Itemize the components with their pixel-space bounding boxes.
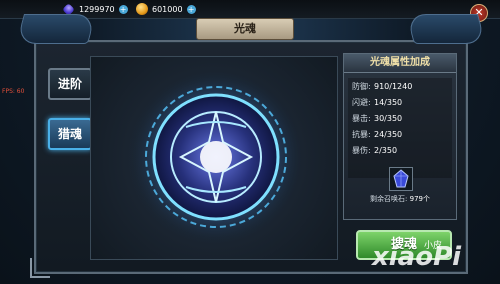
summon-stone-count: 剩余召唤石: 979个	[348, 194, 452, 204]
gem-value: 1299970	[79, 4, 115, 14]
attribute-panel: 光魂属性加成 防御: 910/1240 闪避: 14/350 暴击: 30/35…	[343, 53, 457, 220]
tab-advance[interactable]: 进阶	[48, 68, 92, 100]
stat-row: 暴击: 30/350	[352, 112, 452, 126]
stone-label-text: 剩余召唤石:	[370, 195, 408, 203]
page-title: 光魂	[196, 18, 294, 40]
gold-value: 601000	[152, 4, 183, 14]
stat-row: 闪避: 14/350	[352, 96, 452, 110]
stat-value: 910/1240	[374, 82, 413, 91]
gold-counter: 601000 +	[136, 2, 196, 16]
stat-value: 24/350	[374, 130, 403, 139]
watermark: xiaoPi	[372, 242, 462, 272]
stat-name: 抗暴	[352, 130, 368, 139]
stat-name: 暴伤	[352, 146, 368, 155]
stat-row: 防御: 910/1240	[352, 80, 452, 94]
stat-row: 暴伤: 2/350	[352, 144, 452, 158]
stats-list: 防御: 910/1240 闪避: 14/350 暴击: 30/350 抗暴: 2…	[348, 78, 452, 178]
right-wing-ornament	[405, 14, 487, 44]
add-gold-icon[interactable]: +	[186, 4, 196, 14]
attribute-title: 光魂属性加成	[344, 54, 456, 73]
gold-coin-icon	[136, 3, 148, 15]
add-gem-icon[interactable]: +	[118, 4, 128, 14]
stat-value: 30/350	[374, 114, 403, 123]
soul-display	[90, 56, 338, 260]
corner-ornament	[30, 258, 50, 278]
stat-name: 暴击	[352, 114, 368, 123]
stat-value: 2/350	[374, 146, 398, 155]
left-wing-ornament	[15, 14, 97, 44]
light-soul-emblem	[128, 69, 304, 245]
summon-stone-icon	[389, 167, 413, 191]
stat-name: 防御	[352, 82, 368, 91]
stat-name: 闪避	[352, 98, 368, 107]
stat-row: 抗暴: 24/350	[352, 128, 452, 142]
stat-value: 14/350	[374, 98, 403, 107]
tab-hunt[interactable]: 猎魂	[48, 118, 92, 150]
fps-counter: FPS: 60	[2, 88, 25, 95]
stone-count-value: 979个	[409, 195, 430, 203]
